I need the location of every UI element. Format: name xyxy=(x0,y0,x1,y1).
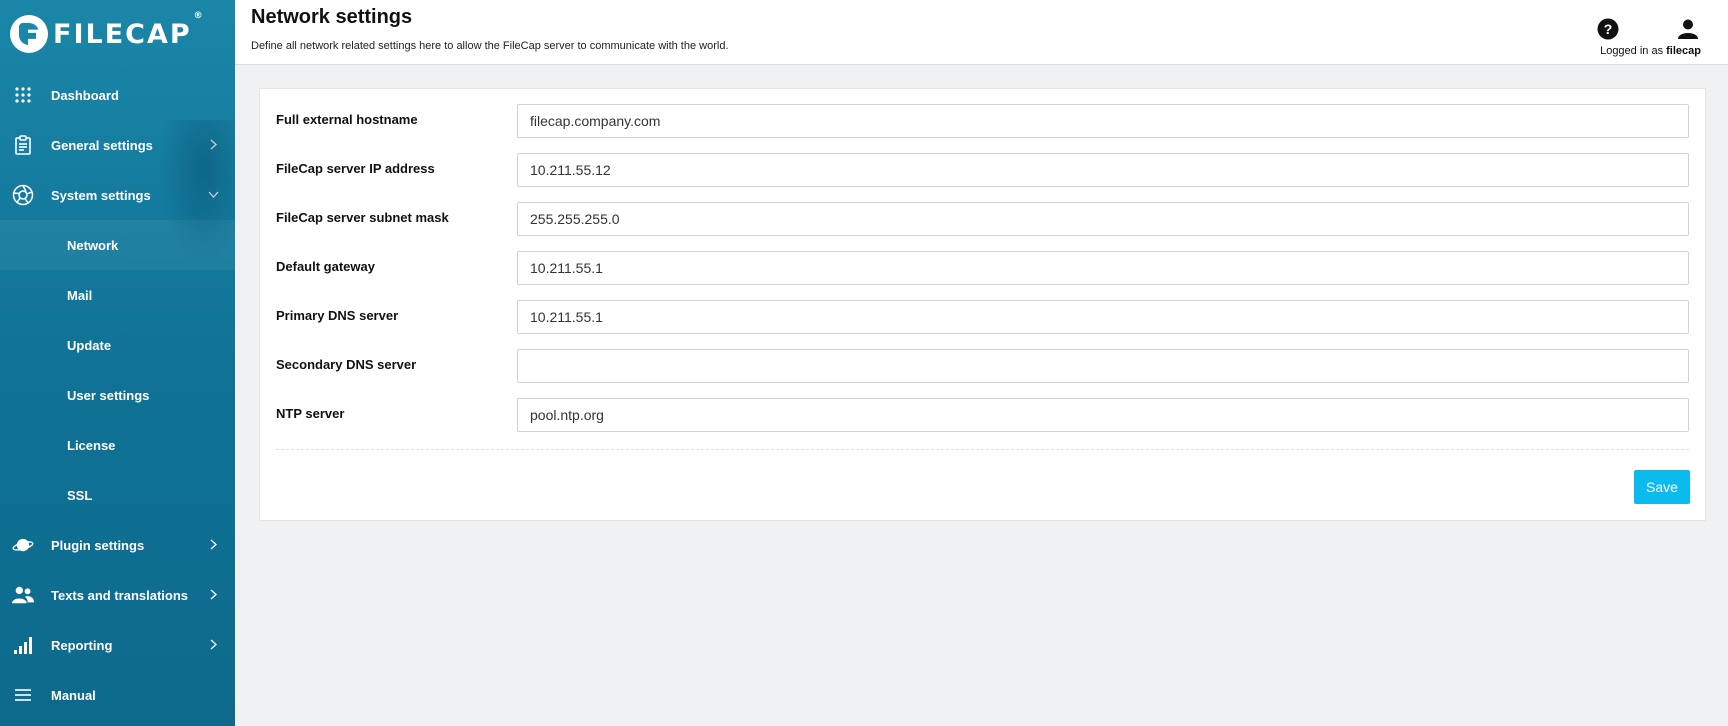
chevron-right-icon xyxy=(210,589,217,600)
field-label: Default gateway xyxy=(276,259,375,274)
form-divider xyxy=(276,449,1689,450)
field-label: NTP server xyxy=(276,406,345,421)
field-label: Full external hostname xyxy=(276,112,418,127)
form-row-ntp-server: NTP server xyxy=(276,398,1689,434)
logged-in-prefix: Logged in as xyxy=(1600,45,1664,57)
sidebar-item-general-settings[interactable]: General settings xyxy=(0,120,235,170)
sidebar-item-reporting[interactable]: Reporting xyxy=(0,620,235,670)
ip-address-input[interactable] xyxy=(517,153,1689,187)
sidebar-subitem-label: License xyxy=(67,437,116,453)
sidebar-subitem-label: Update xyxy=(67,337,112,353)
help-circle-icon[interactable]: ? xyxy=(1597,18,1619,40)
chevron-down-icon xyxy=(208,191,219,198)
form-row-secondary-dns: Secondary DNS server xyxy=(276,349,1689,385)
sidebar-item-label: Manual xyxy=(51,687,96,703)
page-description: Define all network related settings here… xyxy=(251,40,729,52)
user-icon[interactable] xyxy=(1677,18,1699,40)
sidebar-item-system-settings[interactable]: System settings xyxy=(0,170,235,220)
sidebar-item-label: Reporting xyxy=(51,637,113,653)
aperture-icon xyxy=(12,184,34,206)
form-row-default-gateway: Default gateway xyxy=(276,251,1689,287)
sidebar-item-label: System settings xyxy=(51,187,151,203)
form-row-ip-address: FileCap server IP address xyxy=(276,153,1689,189)
sidebar-subitem-network[interactable]: Network xyxy=(0,220,235,270)
sidebar-item-label: Dashboard xyxy=(51,87,119,103)
signal-bars-icon xyxy=(12,634,34,656)
subnet-mask-input[interactable] xyxy=(517,202,1689,236)
sidebar-item-label: General settings xyxy=(51,137,153,153)
users-icon xyxy=(12,584,34,606)
chevron-right-icon xyxy=(210,639,217,650)
form-row-hostname: Full external hostname xyxy=(276,104,1689,140)
sidebar-item-label: Texts and translations xyxy=(51,587,189,603)
chevron-right-icon xyxy=(210,139,217,150)
form-row-subnet-mask: FileCap server subnet mask xyxy=(276,202,1689,238)
logo-text: FILECAP® xyxy=(53,10,205,50)
sidebar-item-label: Plugin settings xyxy=(51,537,145,553)
filecap-logo-icon xyxy=(10,15,48,53)
filecap-logo[interactable]: FILECAP® xyxy=(10,10,205,54)
sidebar-subitem-label: User settings xyxy=(67,387,150,403)
chevron-right-icon xyxy=(210,539,217,550)
field-label: Primary DNS server xyxy=(276,308,399,323)
ntp-server-input[interactable] xyxy=(517,398,1689,432)
field-label: Secondary DNS server xyxy=(276,357,417,372)
network-settings-panel: Full external hostname FileCap server IP… xyxy=(259,88,1706,521)
sidebar-subitem-update[interactable]: Update xyxy=(0,320,235,370)
planet-icon xyxy=(12,534,34,556)
default-gateway-input[interactable] xyxy=(517,251,1689,285)
sidebar-subitem-user-settings[interactable]: User settings xyxy=(0,370,235,420)
sidebar-subitem-label: Network xyxy=(67,237,119,253)
grid-icon xyxy=(12,84,34,106)
sidebar-nav: Dashboard General settings System settin… xyxy=(0,70,235,720)
sidebar-subitem-label: Mail xyxy=(67,287,93,303)
logged-in-status: Logged in as filecap xyxy=(1600,45,1701,57)
sidebar-subitem-label: SSL xyxy=(67,487,93,503)
hostname-input[interactable] xyxy=(517,104,1689,138)
sidebar-item-texts-and-translations[interactable]: Texts and translations xyxy=(0,570,235,620)
save-button[interactable]: Save xyxy=(1634,470,1690,504)
svg-text:?: ? xyxy=(1604,21,1613,37)
sidebar: FILECAP® Dashboard General settings Syst… xyxy=(0,0,235,726)
secondary-dns-input[interactable] xyxy=(517,349,1689,383)
sidebar-item-plugin-settings[interactable]: Plugin settings xyxy=(0,520,235,570)
sidebar-item-manual[interactable]: Manual xyxy=(0,670,235,720)
page-header: Network settings Define all network rela… xyxy=(235,0,1728,65)
page-title: Network settings xyxy=(251,6,413,28)
sidebar-item-dashboard[interactable]: Dashboard xyxy=(0,70,235,120)
sidebar-subitem-ssl[interactable]: SSL xyxy=(0,470,235,520)
sidebar-subitem-license[interactable]: License xyxy=(0,420,235,470)
clipboard-icon xyxy=(12,134,34,156)
form-row-primary-dns: Primary DNS server xyxy=(276,300,1689,336)
logged-in-username: filecap xyxy=(1666,45,1701,57)
primary-dns-input[interactable] xyxy=(517,300,1689,334)
field-label: FileCap server subnet mask xyxy=(276,210,449,225)
menu-lines-icon xyxy=(12,684,34,706)
field-label: FileCap server IP address xyxy=(276,161,435,176)
sidebar-subitem-mail[interactable]: Mail xyxy=(0,270,235,320)
